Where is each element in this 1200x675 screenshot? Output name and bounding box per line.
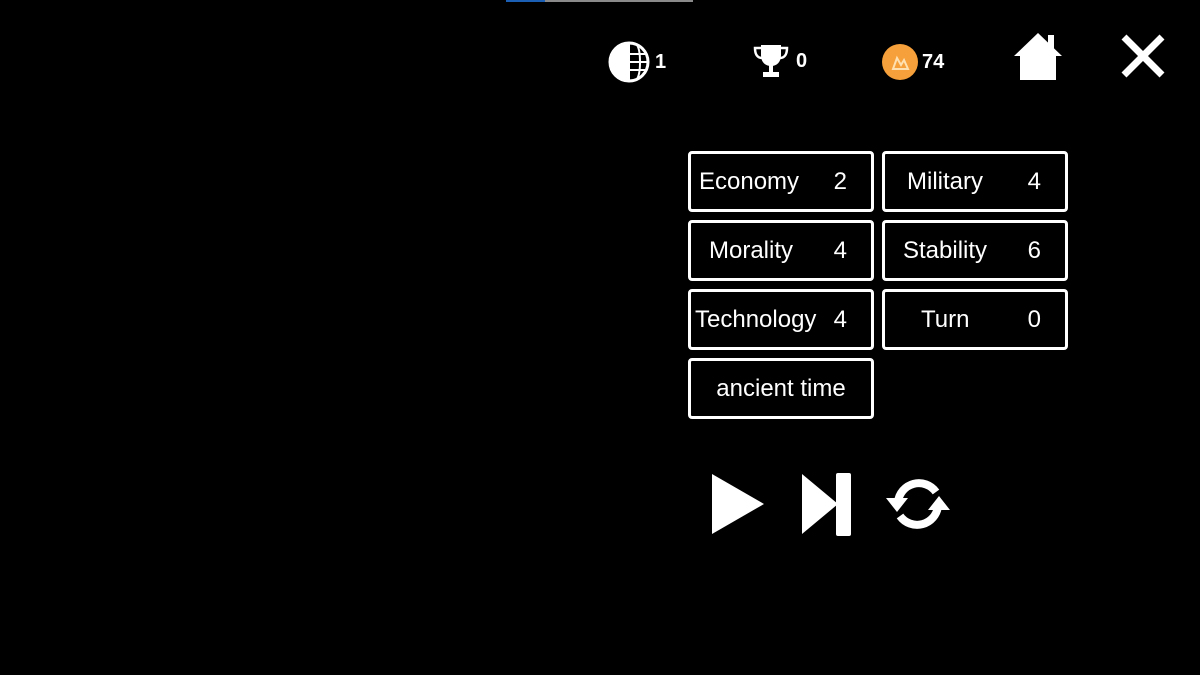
coin-count: 74 bbox=[922, 50, 945, 73]
stat-value: 6 bbox=[1027, 236, 1041, 264]
stat-label: Stability bbox=[903, 236, 988, 264]
stat-turn: Turn 0 bbox=[882, 289, 1068, 350]
trophy-icon bbox=[753, 45, 789, 77]
stat-label: Economy bbox=[699, 167, 800, 195]
stat-value: 4 bbox=[1027, 167, 1041, 195]
stat-label: Technology bbox=[695, 305, 817, 333]
stat-label: Military bbox=[907, 167, 983, 195]
progress-fill bbox=[506, 0, 546, 2]
refresh-icon[interactable] bbox=[884, 474, 952, 534]
close-icon[interactable] bbox=[1120, 34, 1166, 78]
era-text: ancient time bbox=[716, 374, 846, 402]
trophy-count: 0 bbox=[796, 49, 808, 72]
trophy-indicator: 0 bbox=[752, 42, 807, 80]
play-icon[interactable] bbox=[710, 472, 766, 536]
stat-morality: Morality 4 bbox=[688, 220, 874, 281]
stat-value: 4 bbox=[833, 305, 847, 333]
stat-economy: Economy 2 bbox=[688, 151, 874, 212]
stat-military: Military 4 bbox=[882, 151, 1068, 212]
stat-label: Turn bbox=[921, 305, 970, 333]
stat-technology: Technology 4 bbox=[688, 289, 874, 350]
level-value: 1 bbox=[655, 50, 667, 73]
coin-indicator: 74 bbox=[880, 42, 944, 82]
stat-stability: Stability 6 bbox=[882, 220, 1068, 281]
stat-value: 4 bbox=[833, 236, 847, 264]
stat-label: Morality bbox=[709, 236, 794, 264]
coin-icon bbox=[882, 44, 918, 80]
stat-value: 0 bbox=[1027, 305, 1041, 333]
level-indicator: 1 bbox=[607, 40, 666, 84]
skip-forward-icon[interactable] bbox=[800, 472, 854, 536]
progress-bar bbox=[506, 0, 693, 2]
stat-value: 2 bbox=[833, 167, 847, 195]
era-label: ancient time bbox=[688, 358, 874, 419]
globe-icon bbox=[608, 41, 650, 83]
home-icon[interactable] bbox=[1012, 30, 1064, 82]
